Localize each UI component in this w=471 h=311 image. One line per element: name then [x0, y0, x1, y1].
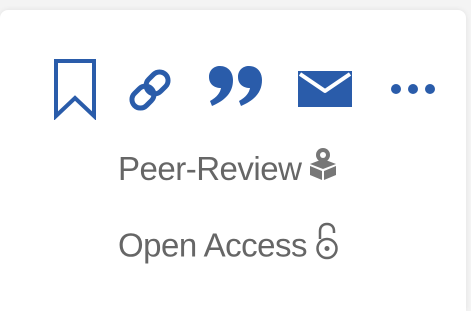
- cite-button[interactable]: [206, 58, 264, 120]
- bookmark-button[interactable]: [52, 58, 98, 120]
- article-tools-panel: Peer-Review Open Access: [0, 10, 466, 311]
- envelope-icon: [298, 71, 352, 107]
- peer-review-icon: [309, 147, 337, 189]
- open-access-label: Open Access: [118, 226, 307, 264]
- unlocked-padlock-icon: [315, 222, 339, 268]
- bookmark-icon: [54, 59, 96, 120]
- open-access-badge: Open Access: [118, 222, 339, 271]
- peer-review-label: Peer-Review: [118, 150, 302, 187]
- more-horizontal-icon: [391, 84, 435, 94]
- email-button[interactable]: [296, 58, 354, 120]
- more-options-button[interactable]: [386, 58, 442, 120]
- link-icon: [129, 69, 171, 111]
- article-toolbar: [52, 58, 442, 120]
- quote-icon: [209, 66, 262, 106]
- peer-review-badge: Peer-Review: [118, 147, 337, 192]
- copy-link-button[interactable]: [126, 58, 174, 120]
